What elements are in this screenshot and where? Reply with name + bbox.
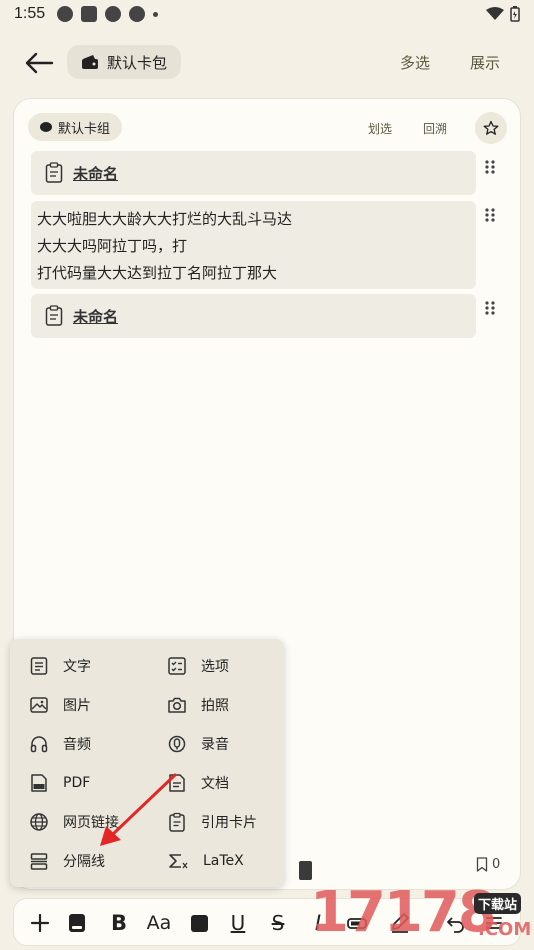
- bookmark-icon: [476, 857, 488, 872]
- menu-item-text[interactable]: 文字: [29, 651, 91, 681]
- wifi-icon: [486, 7, 504, 20]
- wallet-icon: [82, 55, 98, 69]
- menu-item-label: 文档: [201, 776, 229, 792]
- camera-icon: [168, 697, 186, 713]
- text-doc-icon: [30, 657, 48, 675]
- annotation-arrow: [100, 773, 177, 846]
- card-group-chip[interactable]: 默认卡组: [28, 113, 123, 141]
- menu-item-divider[interactable]: 分隔线: [29, 846, 105, 876]
- arrow-left-icon: [25, 52, 54, 74]
- bookmark-counter[interactable]: 0: [476, 857, 500, 872]
- menu-item-latex[interactable]: LaTeX: [167, 846, 244, 876]
- drag-handle-icon[interactable]: [484, 300, 496, 316]
- menu-item-camera[interactable]: 拍照: [167, 690, 229, 720]
- menu-item-label: PDF: [63, 775, 91, 791]
- show-button[interactable]: 展示: [470, 52, 500, 73]
- status-bar: 1:55: [0, 0, 534, 28]
- card-style-button[interactable]: [64, 909, 90, 937]
- plus-icon: [30, 913, 50, 933]
- more-notifications-dot: [153, 11, 159, 17]
- pdf-icon: [31, 774, 47, 792]
- bookmark-count: 0: [492, 857, 501, 872]
- notification-icon: [105, 6, 122, 22]
- add-block-button[interactable]: [28, 909, 52, 937]
- menu-item-label: 选项: [201, 659, 229, 675]
- menu-item-label: 拍照: [201, 698, 229, 714]
- text-color-button[interactable]: [188, 909, 210, 937]
- watermark-suffix: .COM: [478, 919, 532, 940]
- card-pack-chip[interactable]: 默认卡包: [67, 45, 182, 79]
- globe-icon: [30, 813, 48, 831]
- checklist-icon: [168, 657, 186, 675]
- notification-icons: [57, 6, 159, 22]
- ref-title[interactable]: 未命名: [73, 306, 118, 327]
- multi-select-button[interactable]: 多选: [400, 52, 430, 73]
- menu-item-options[interactable]: 选项: [167, 651, 229, 681]
- menu-item-record[interactable]: 录音: [167, 729, 229, 759]
- color-swatch-icon: [190, 914, 208, 932]
- card-style-icon: [69, 914, 85, 932]
- text-line: 大大大吗阿拉丁吗，打: [37, 237, 188, 255]
- battery-icon: [510, 6, 520, 22]
- menu-item-label: 引用卡片: [201, 815, 257, 831]
- drag-handle-icon[interactable]: [484, 207, 496, 223]
- font-size-button[interactable]: Aa: [144, 909, 174, 937]
- app-bar: 默认卡包 多选 展示: [0, 40, 534, 86]
- card-ref-icon: [45, 305, 63, 326]
- text-block[interactable]: 大大啦胆大大龄大大打烂的大乱斗马达 大大大吗阿拉丁吗，打 打代码量大大达到拉丁名…: [31, 201, 476, 289]
- underline-button[interactable]: U: [226, 909, 250, 937]
- notification-icon: [129, 6, 146, 22]
- menu-item-pdf[interactable]: PDF: [29, 768, 90, 798]
- notification-square-icon: [81, 6, 98, 22]
- menu-item-label: 分隔线: [63, 854, 105, 870]
- star-icon: [483, 120, 499, 135]
- sigma-icon: [169, 854, 188, 869]
- notification-icon: [57, 6, 74, 22]
- menu-item-label: 图片: [63, 698, 91, 714]
- favorite-button[interactable]: [475, 112, 507, 144]
- microphone-icon: [168, 735, 186, 753]
- menu-item-image[interactable]: 图片: [29, 690, 91, 720]
- status-time: 1:55: [14, 5, 46, 22]
- group-name: 默认卡组: [58, 121, 111, 137]
- strikethrough-button[interactable]: S: [266, 909, 290, 937]
- menu-item-label: 录音: [201, 737, 229, 753]
- pack-name: 默认卡包: [107, 53, 168, 72]
- image-icon: [30, 697, 48, 713]
- scribe-button[interactable]: 划选: [368, 120, 392, 137]
- menu-item-label: 音频: [63, 737, 91, 753]
- menu-item-audio[interactable]: 音频: [29, 729, 91, 759]
- back-button[interactable]: [22, 48, 56, 78]
- ref-title[interactable]: 未命名: [73, 163, 118, 184]
- bold-button[interactable]: B: [106, 909, 132, 937]
- divider-icon: [30, 853, 48, 870]
- status-right: [486, 6, 520, 22]
- text-line: 打代码量大大达到拉丁名阿拉丁那大: [37, 264, 278, 282]
- trace-button[interactable]: 回溯: [423, 120, 447, 137]
- watermark-badge: 下载站: [474, 893, 522, 914]
- headphones-icon: [30, 736, 48, 753]
- card-ref-block[interactable]: 未命名: [31, 151, 476, 195]
- site-watermark: 17178: [310, 880, 497, 945]
- menu-item-label: LaTeX: [203, 853, 244, 869]
- collapse-hint-icon[interactable]: [299, 861, 312, 880]
- text-line: 大大啦胆大大龄大大打烂的大乱斗马达: [37, 210, 293, 228]
- card-ref-icon: [45, 162, 63, 183]
- card-ref-block[interactable]: 未命名: [31, 294, 476, 338]
- menu-item-label: 文字: [63, 659, 91, 675]
- group-dot-icon: [40, 122, 52, 132]
- drag-handle-icon[interactable]: [484, 159, 496, 175]
